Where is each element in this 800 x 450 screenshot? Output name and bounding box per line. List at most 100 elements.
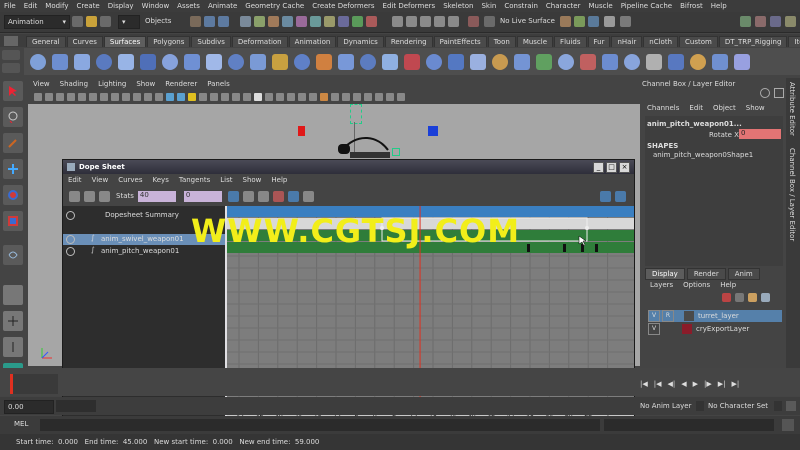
shelf-tab-curves[interactable]: Curves (66, 36, 103, 47)
menu-assets[interactable]: Assets (173, 2, 204, 10)
menu-create[interactable]: Create (72, 2, 103, 10)
menu-constrain[interactable]: Constrain (500, 2, 542, 10)
hierarchy-icon[interactable] (302, 190, 314, 202)
new-layer-selected-icon[interactable] (735, 293, 744, 302)
channel-box-menu-channels[interactable]: Channels (642, 104, 684, 116)
viewport-tool-icon-6[interactable] (89, 93, 97, 101)
new-scene-icon[interactable] (72, 16, 83, 27)
frame-all-icon[interactable] (227, 190, 239, 202)
surface-tool-icon-22[interactable] (492, 53, 508, 70)
channel-box-settings-icon[interactable] (760, 88, 770, 98)
layer-color-swatch[interactable] (684, 311, 694, 321)
layer-tab-anim[interactable]: Anim (727, 268, 760, 280)
shelf-tab-dynamics[interactable]: Dynamics (337, 36, 384, 47)
expand-icon[interactable] (66, 247, 75, 256)
surface-tool-icon-19[interactable] (426, 53, 442, 70)
viewport-tool-icon-13[interactable] (166, 93, 174, 101)
snap-plane-icon[interactable] (434, 16, 445, 27)
shelf-tab-surfaces[interactable]: Surfaces (103, 36, 147, 47)
play-forwards-icon[interactable]: ▶ (693, 380, 698, 388)
minimize-icon[interactable]: _ (593, 161, 604, 173)
viewport-tool-icon-31[interactable] (364, 93, 372, 101)
shelf-tab-rendering[interactable]: Rendering (384, 36, 433, 47)
viewport-tool-icon-22[interactable] (265, 93, 273, 101)
step-forward-icon[interactable]: ▶| (718, 380, 726, 388)
shelf-tab-subdivs[interactable]: Subdivs (191, 36, 231, 47)
viewport-tool-icon-18[interactable] (221, 93, 229, 101)
surface-tool-icon-7[interactable] (162, 53, 178, 70)
layer-menu-help[interactable]: Help (715, 281, 741, 293)
snap-point-icon[interactable] (420, 16, 431, 27)
attribute-editor-tab[interactable]: Attribute Editor (788, 82, 796, 136)
surface-tool-icon-25[interactable] (558, 53, 574, 70)
play-backwards-icon[interactable]: ◀ (681, 380, 686, 388)
viewport-tool-icon-16[interactable] (199, 93, 207, 101)
dope-sheet-titlebar[interactable]: Dope Sheet _ □ × (63, 160, 634, 174)
surface-tool-icon-12[interactable] (272, 53, 288, 70)
shelf-options-icon[interactable] (2, 63, 20, 73)
viewport-tool-icon-29[interactable] (342, 93, 350, 101)
shelf-tab-fluids[interactable]: Fluids (554, 36, 587, 47)
stats-field-2[interactable]: 0 (183, 190, 222, 202)
channel-box-menu-show[interactable]: Show (741, 104, 770, 116)
mask-icon-9[interactable] (352, 16, 363, 27)
layer-tab-display[interactable]: Display (645, 268, 685, 280)
move-tool-icon[interactable] (3, 159, 23, 179)
shelf-tab-nhair[interactable]: nHair (611, 36, 643, 47)
layer-render-toggle[interactable] (662, 324, 672, 334)
layer-render-toggle[interactable]: R (662, 310, 674, 322)
viewport-tool-icon-11[interactable] (144, 93, 152, 101)
mask-icon-5[interactable] (296, 16, 307, 27)
surface-tool-icon-8[interactable] (184, 53, 200, 70)
render-settings-icon[interactable] (588, 16, 599, 27)
surface-tool-icon-11[interactable] (250, 53, 266, 70)
viewport-tool-icon-32[interactable] (375, 93, 383, 101)
viewport-tool-icon-10[interactable] (133, 93, 141, 101)
layout-single-icon[interactable] (3, 285, 23, 305)
layer-menu-layers[interactable]: Layers (645, 281, 678, 293)
auto-key-icon[interactable] (786, 401, 796, 411)
dope-sheet-menu-tangents[interactable]: Tangents (174, 176, 215, 184)
viewport-menu-shading[interactable]: Shading (55, 80, 93, 88)
time-slider-track[interactable] (10, 374, 58, 394)
surface-tool-icon-1[interactable] (30, 53, 46, 70)
expand-icon[interactable] (66, 235, 75, 244)
menu-edit-deformers[interactable]: Edit Deformers (379, 2, 440, 10)
ipr-render-icon[interactable] (574, 16, 585, 27)
layer-help-icon[interactable] (761, 293, 770, 302)
script-editor-icon[interactable] (782, 419, 794, 431)
surface-tool-icon-33[interactable] (734, 53, 750, 70)
viewport-tool-icon-27[interactable] (320, 93, 328, 101)
viewport-tool-icon-28[interactable] (331, 93, 339, 101)
mask-icon-3[interactable] (268, 16, 279, 27)
mask-icon-7[interactable] (324, 16, 335, 27)
viewport-tool-icon-33[interactable] (386, 93, 394, 101)
step-back-icon[interactable]: |◀ (654, 380, 662, 388)
viewport-menu-renderer[interactable]: Renderer (160, 80, 202, 88)
live-surface-icon[interactable] (484, 16, 495, 27)
viewport-menu-lighting[interactable]: Lighting (93, 80, 131, 88)
dope-sheet-menu-help[interactable]: Help (266, 176, 292, 184)
shelf-tab-deformation[interactable]: Deformation (231, 36, 288, 47)
viewport-tool-icon-19[interactable] (232, 93, 240, 101)
step-back-key-icon[interactable]: ◀| (668, 380, 676, 388)
viewport-tool-icon-1[interactable] (34, 93, 42, 101)
viewport-tool-icon-12[interactable] (155, 93, 163, 101)
surface-tool-icon-24[interactable] (536, 53, 552, 70)
dope-sheet-menu-view[interactable]: View (87, 176, 114, 184)
last-used-tool-icon[interactable] (3, 245, 23, 265)
viewport-tool-icon-9[interactable] (122, 93, 130, 101)
surface-tool-icon-9[interactable] (206, 53, 222, 70)
surface-tool-icon-15[interactable] (338, 53, 354, 70)
menu-character[interactable]: Character (542, 2, 585, 10)
center-current-time-icon[interactable] (257, 190, 269, 202)
mask-icon-8[interactable] (338, 16, 349, 27)
shelf-tab-muscle[interactable]: Muscle (516, 36, 554, 47)
viewport-tool-icon-30[interactable] (353, 93, 361, 101)
surface-tool-icon-6[interactable] (140, 53, 156, 70)
keyframe-mark[interactable] (595, 244, 598, 252)
input-line-icon[interactable] (620, 16, 631, 27)
dope-sheet-menu-edit[interactable]: Edit (63, 176, 87, 184)
surface-tool-icon-18[interactable] (404, 53, 420, 70)
menu-muscle[interactable]: Muscle (584, 2, 616, 10)
